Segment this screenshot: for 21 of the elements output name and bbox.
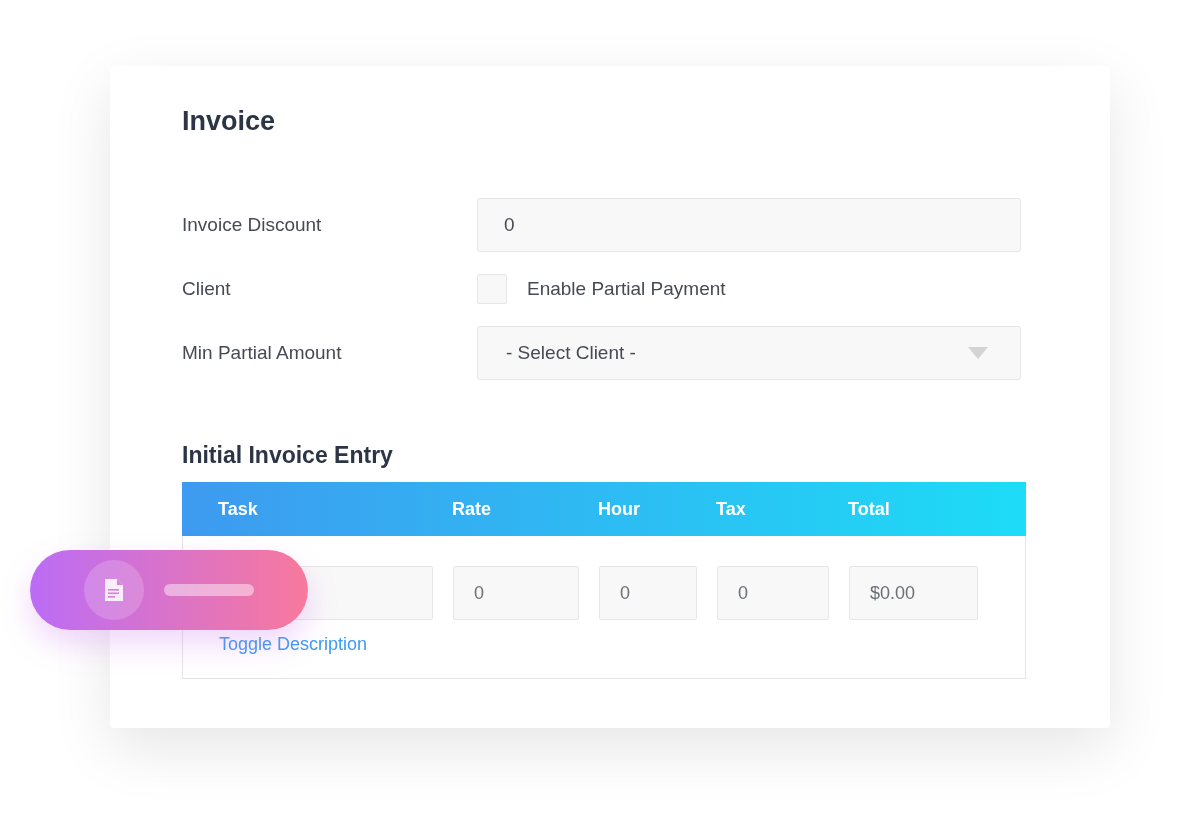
field-label: Invoice Discount <box>182 214 323 236</box>
invoice-title: Invoice <box>182 106 277 138</box>
field-label: Client <box>182 278 232 300</box>
column-header: Tax <box>716 498 747 520</box>
table-input[interactable]: 0 <box>599 566 697 620</box>
table-input[interactable]: 0 <box>717 566 829 620</box>
checkbox-label: Enable Partial Payment <box>527 278 726 300</box>
column-header: Total <box>848 498 891 520</box>
column-header: Task <box>217 498 259 520</box>
table-input[interactable]: $0.00 <box>849 566 978 620</box>
column-header: Rate <box>452 498 492 520</box>
client-select[interactable]: - Select Client - <box>477 326 1021 380</box>
discount-input[interactable]: 0 <box>477 198 1021 252</box>
caret-icon <box>968 347 988 359</box>
section-heading: Initial Invoice Entry <box>182 442 394 470</box>
table-input[interactable]: 0 <box>453 566 579 620</box>
field-label: Min Partial Amount <box>182 342 343 364</box>
checkbox[interactable] <box>477 274 507 304</box>
column-header: Hour <box>598 498 641 520</box>
document-icon <box>84 560 144 620</box>
toggle-description-link[interactable]: Toggle Description <box>219 634 368 655</box>
